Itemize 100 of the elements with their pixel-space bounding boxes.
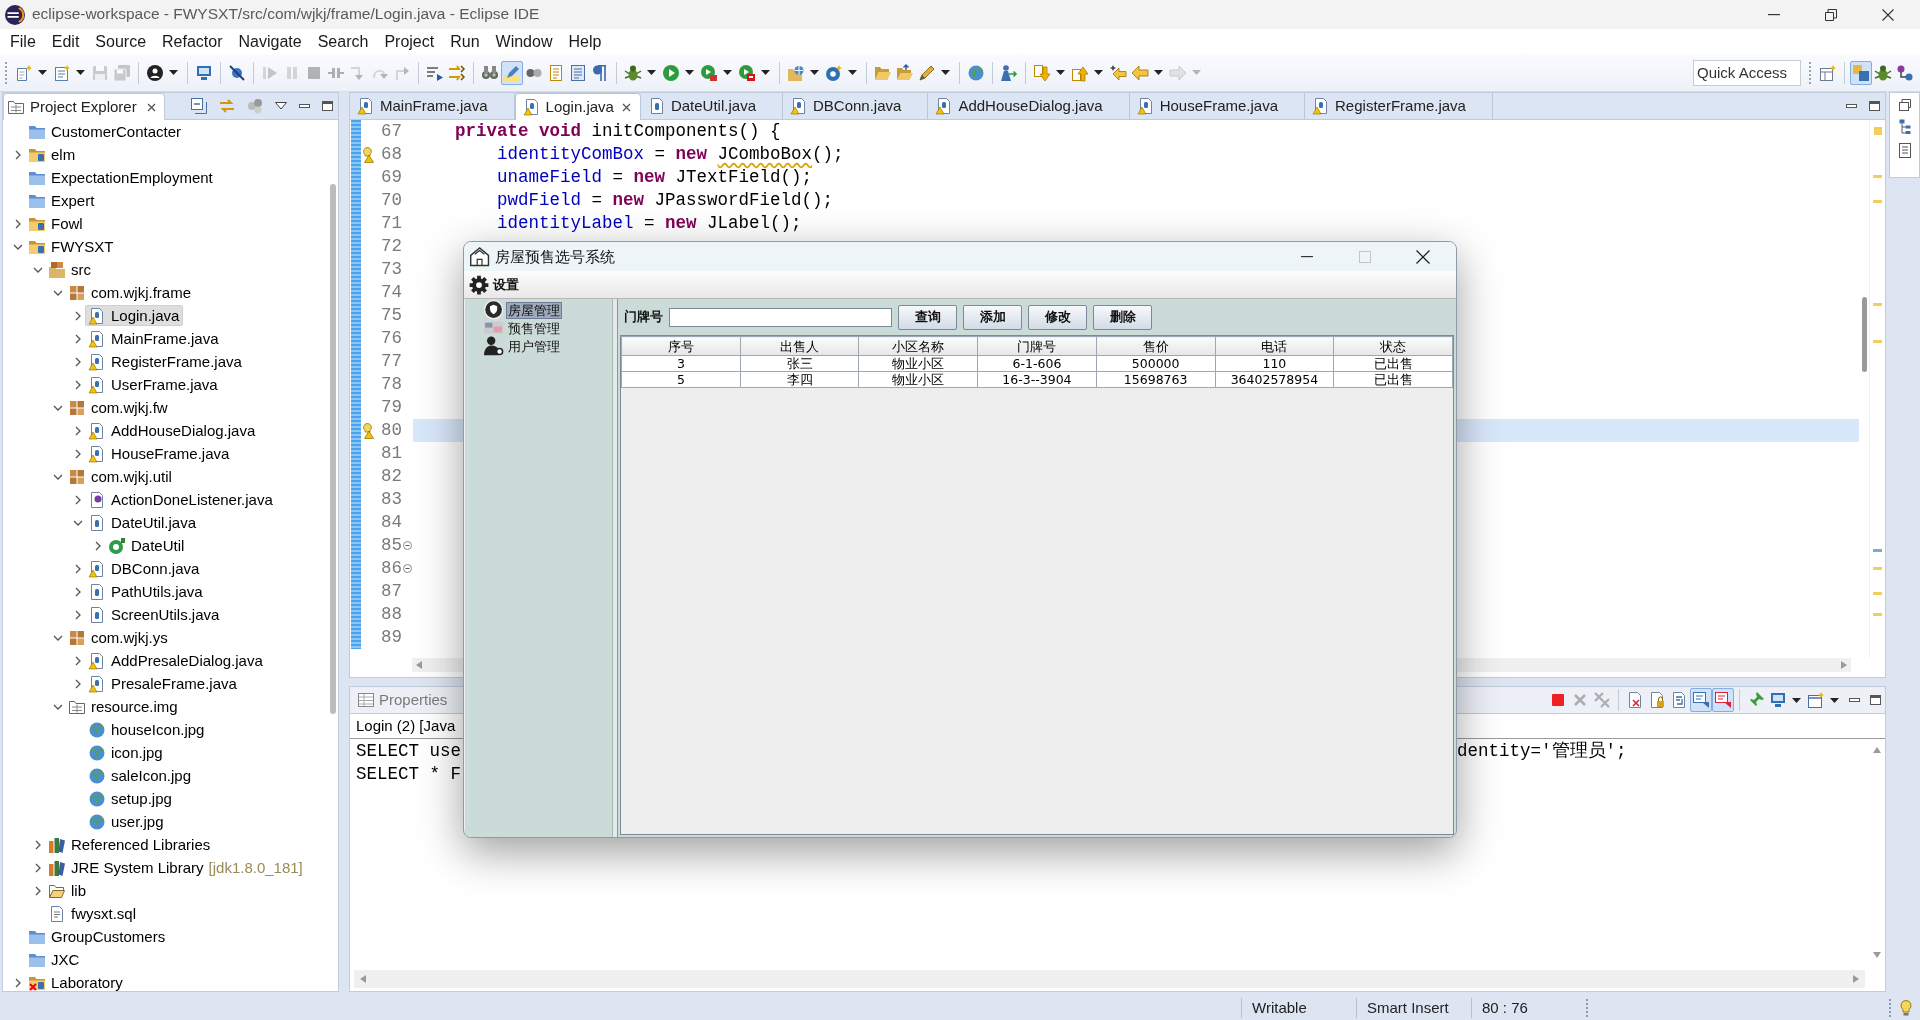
tree-item[interactable]: RegisterFrame.java [85, 351, 246, 372]
tree-item[interactable]: DateUtil [105, 535, 189, 556]
editor-tab[interactable]: Login.java [514, 93, 641, 120]
caret-icon[interactable] [1056, 70, 1065, 75]
chevron-down-icon[interactable] [53, 473, 63, 480]
tree-item[interactable]: 用户管理 [506, 337, 563, 355]
view-menu-icon[interactable] [275, 102, 287, 110]
menu-item[interactable]: Search [309, 29, 377, 54]
scroll-up-icon[interactable] [1873, 747, 1881, 753]
message-button[interactable] [1712, 688, 1734, 712]
column-header[interactable]: 小区名称 [858, 336, 978, 356]
menu-item[interactable]: File [2, 29, 44, 54]
tree-item[interactable]: ScreenUtils.java [85, 604, 224, 625]
tree-item[interactable]: FWYSXT [25, 236, 118, 257]
maximize-icon[interactable] [1869, 101, 1880, 111]
tree-item[interactable]: Laboratory [25, 972, 127, 991]
chevron-right-icon[interactable] [35, 839, 41, 850]
menu-item[interactable]: Run [442, 29, 488, 54]
tree-item[interactable]: ActionDoneListener.java [85, 489, 277, 510]
tree-item[interactable]: com.wjkj.frame [65, 282, 195, 303]
scroll-down-icon[interactable] [1873, 952, 1881, 958]
chevron-right-icon[interactable] [35, 862, 41, 873]
caret-icon[interactable] [723, 70, 732, 75]
chevron-right-icon[interactable] [75, 494, 81, 505]
editor-tab[interactable]: DBConn.java [783, 93, 929, 119]
menu-item[interactable]: Navigate [230, 29, 310, 54]
caret-icon[interactable] [1792, 697, 1801, 703]
tree-item[interactable]: MainFrame.java [85, 328, 223, 349]
tree-item[interactable]: fwysxt.sql [45, 903, 140, 924]
tree-item[interactable]: user.jpg [85, 811, 168, 832]
menu-item[interactable]: Window [487, 29, 561, 54]
view-tab[interactable]: Properties [350, 687, 456, 713]
tree-item[interactable]: CustomerContacter [25, 121, 186, 142]
chevron-right-icon[interactable] [35, 885, 41, 896]
chevron-right-icon[interactable] [95, 540, 101, 551]
search-field[interactable] [669, 307, 892, 327]
chevron-down-icon[interactable] [53, 634, 63, 641]
chevron-right-icon[interactable] [75, 609, 81, 620]
minimize-icon[interactable] [299, 104, 310, 108]
action-button[interactable]: 查询 [898, 304, 957, 330]
caret-icon[interactable] [76, 70, 85, 75]
action-button[interactable]: 修改 [1028, 304, 1087, 330]
tree-item[interactable]: DateUtil.java [85, 512, 201, 533]
restore-icon[interactable] [1898, 99, 1911, 111]
squares-button[interactable] [1850, 60, 1872, 85]
tree-item[interactable]: icon.jpg [85, 742, 167, 763]
tree-item[interactable]: Expert [25, 190, 99, 211]
list-icon[interactable] [1898, 143, 1911, 158]
tree-item[interactable]: src [45, 259, 95, 280]
tree-item[interactable]: ExpectationEmployment [25, 167, 217, 188]
action-button[interactable]: 添加 [963, 304, 1022, 330]
chevron-down-icon[interactable] [13, 243, 23, 250]
tree-item[interactable]: 房屋管理 [506, 301, 563, 319]
tree-item[interactable]: PresaleFrame.java [85, 673, 241, 694]
warning-bulb-icon[interactable] [362, 146, 374, 163]
chevron-down-icon[interactable] [53, 703, 63, 710]
caret-icon[interactable] [1094, 70, 1103, 75]
menu-item[interactable]: Edit [43, 29, 88, 54]
menu-item[interactable]: 设置 [469, 274, 519, 295]
column-header[interactable]: 售价 [1096, 336, 1215, 356]
tree-item[interactable]: setup.jpg [85, 788, 176, 809]
close-icon[interactable] [622, 102, 632, 112]
view-tab[interactable]: Project Explorer [3, 93, 165, 120]
collapse-icon[interactable] [402, 541, 412, 550]
caret-icon[interactable] [38, 70, 47, 75]
menu-item[interactable]: Source [87, 29, 155, 54]
menu-item[interactable]: Project [376, 29, 443, 54]
tree-item[interactable]: Referenced Libraries [45, 834, 215, 855]
menu-item[interactable]: Help [560, 29, 610, 54]
tree-item[interactable]: resource.img [65, 696, 182, 717]
chevron-right-icon[interactable] [75, 356, 81, 367]
collapse-icon[interactable] [402, 564, 412, 573]
collapse-all-icon[interactable] [191, 98, 207, 114]
tree-item[interactable]: GroupCustomers [25, 926, 170, 947]
tree-item[interactable]: elm [25, 144, 80, 165]
tree-item[interactable]: JRE System Library [jdk1.8.0_181] [45, 857, 307, 878]
chevron-down-icon[interactable] [53, 289, 63, 296]
caret-icon[interactable] [685, 70, 694, 75]
minimize-icon[interactable] [1849, 698, 1860, 702]
tree-item[interactable]: DBConn.java [85, 558, 204, 579]
tree-item[interactable]: lib [45, 880, 90, 901]
close-icon[interactable] [146, 102, 156, 112]
maximize-icon[interactable] [322, 101, 333, 111]
caret-icon[interactable] [1830, 697, 1839, 703]
tree-item[interactable]: HouseFrame.java [85, 443, 234, 464]
editor-tab[interactable]: DateUtil.java [640, 93, 783, 119]
chevron-right-icon[interactable] [15, 218, 21, 229]
chevron-right-icon[interactable] [15, 149, 21, 160]
chevron-right-icon[interactable] [15, 977, 21, 988]
highlighter-button[interactable] [501, 60, 523, 85]
column-header[interactable]: 电话 [1215, 336, 1334, 356]
tree-item[interactable]: AddPresaleDialog.java [85, 650, 267, 671]
tree-item[interactable]: com.wjkj.util [65, 466, 176, 487]
menu-item[interactable]: Refactor [154, 29, 231, 54]
warning-bulb-icon[interactable] [362, 422, 374, 439]
lightbulb-icon[interactable] [1900, 999, 1912, 1016]
tree-item[interactable]: houseIcon.jpg [85, 719, 209, 740]
message-button[interactable] [1690, 688, 1712, 712]
action-button[interactable]: 删除 [1093, 304, 1152, 330]
editor-tab[interactable]: MainFrame.java [350, 93, 515, 119]
